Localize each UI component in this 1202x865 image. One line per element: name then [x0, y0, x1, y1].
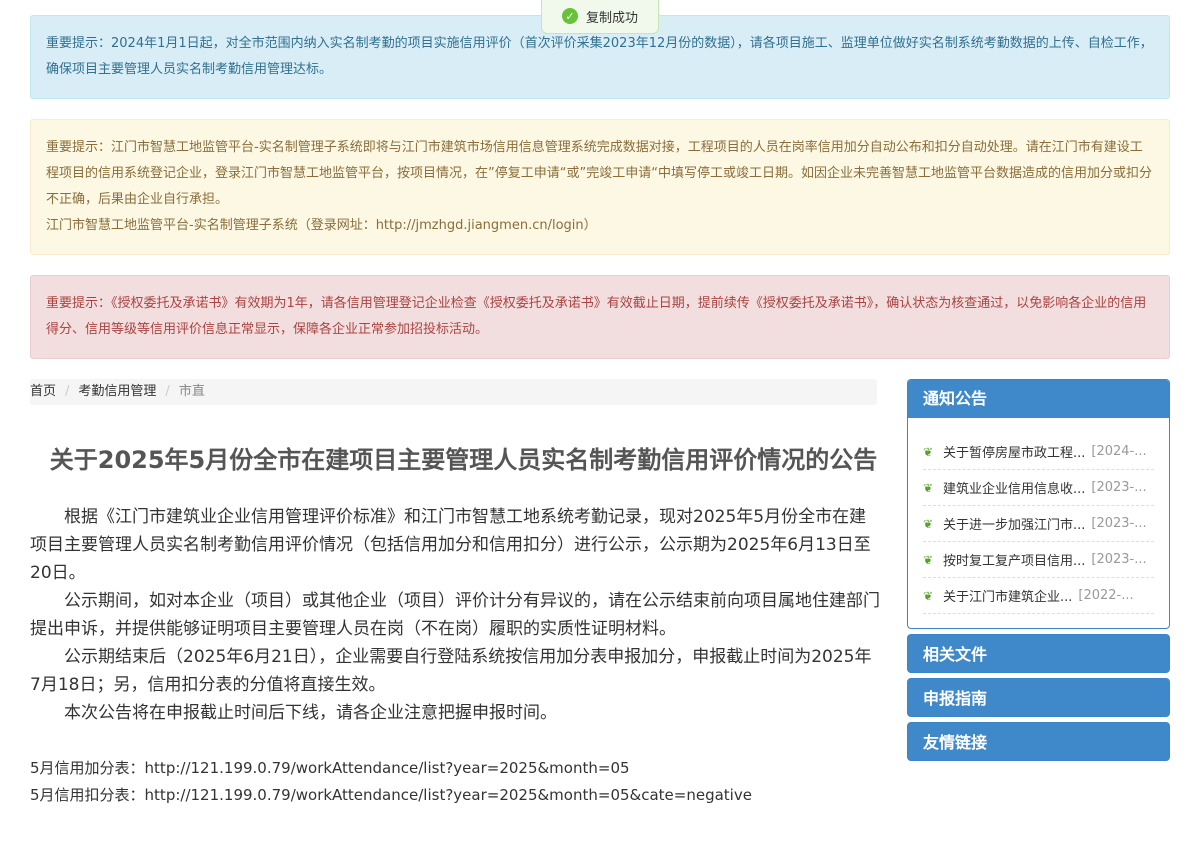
notice-title[interactable]: 关于暂停房屋市政工程...	[943, 442, 1085, 461]
breadcrumb-section[interactable]: 考勤信用管理	[78, 382, 156, 402]
sprout-icon: ❦	[923, 552, 934, 567]
notice-title[interactable]: 建筑业企业信用信息收...	[943, 478, 1085, 497]
sprout-icon: ❦	[923, 444, 934, 459]
breadcrumb-separator: /	[65, 384, 70, 399]
notice-date: [2024-...	[1091, 444, 1147, 459]
notice-list: ❦ 关于暂停房屋市政工程... [2024-... ❦ 建筑业企业信用信息收..…	[908, 418, 1169, 628]
notices-panel-title[interactable]: 通知公告	[908, 380, 1169, 418]
bonus-table-link[interactable]: 5月信用加分表：http://121.199.0.79/workAttendan…	[30, 755, 880, 782]
notice-date: [2022-...	[1078, 588, 1134, 603]
sprout-icon: ❦	[923, 516, 934, 531]
warning-alert: 重要提示：江门市智慧工地监管平台-实名制管理子系统即将与江门市建筑市场信用信息管…	[30, 119, 1170, 255]
notice-item[interactable]: ❦ 关于进一步加强江门市... [2023-...	[923, 506, 1154, 542]
breadcrumb: 首页 / 考勤信用管理 / 市直	[30, 379, 877, 405]
article-body: 根据《江门市建筑业企业信用管理评价标准》和江门市智慧工地系统考勤记录，现对202…	[30, 503, 880, 727]
related-files-button[interactable]: 相关文件	[907, 634, 1170, 673]
notice-item[interactable]: ❦ 按时复工复产项目信用... [2023-...	[923, 542, 1154, 578]
info-alert-text: 重要提示：2024年1月1日起，对全市范围内纳入实名制考勤的项目实施信用评价（首…	[46, 36, 1153, 77]
notice-item[interactable]: ❦ 建筑业企业信用信息收... [2023-...	[923, 470, 1154, 506]
breadcrumb-separator: /	[165, 384, 170, 399]
warning-alert-login-url: 江门市智慧工地监管平台-实名制管理子系统（登录网址：http://jmzhgd.…	[46, 218, 597, 233]
deduction-table-link[interactable]: 5月信用扣分表：http://121.199.0.79/workAttendan…	[30, 782, 880, 809]
sidebar: 通知公告 ❦ 关于暂停房屋市政工程... [2024-... ❦ 建筑业企业信用…	[907, 379, 1170, 761]
toast-text: 复制成功	[585, 10, 638, 26]
notice-date: [2023-...	[1091, 480, 1147, 495]
sprout-icon: ❦	[923, 588, 934, 603]
friendly-links-button[interactable]: 友情链接	[907, 722, 1170, 761]
notices-panel: 通知公告 ❦ 关于暂停房屋市政工程... [2024-... ❦ 建筑业企业信用…	[907, 379, 1170, 629]
copy-success-toast: ✓ 复制成功	[541, 0, 659, 34]
notice-date: [2023-...	[1091, 516, 1147, 531]
application-guide-button[interactable]: 申报指南	[907, 678, 1170, 717]
check-circle-icon: ✓	[561, 8, 578, 24]
notice-title[interactable]: 关于江门市建筑企业...	[943, 586, 1072, 605]
breadcrumb-home[interactable]: 首页	[30, 382, 56, 402]
sprout-icon: ❦	[923, 480, 934, 495]
notice-item[interactable]: ❦ 关于江门市建筑企业... [2022-...	[923, 578, 1154, 614]
article-paragraph: 公示期间，如对本企业（项目）或其他企业（项目）评价计分有异议的，请在公示结束前向…	[30, 591, 880, 639]
danger-alert: 重要提示：《授权委托及承诺书》有效期为1年，请各信用管理登记企业检查《授权委托及…	[30, 275, 1170, 359]
score-table-links: 5月信用加分表：http://121.199.0.79/workAttendan…	[30, 755, 880, 809]
breadcrumb-current: 市直	[178, 384, 205, 399]
warning-alert-text: 重要提示：江门市智慧工地监管平台-实名制管理子系统即将与江门市建筑市场信用信息管…	[46, 140, 1152, 207]
notice-item[interactable]: ❦ 关于暂停房屋市政工程... [2024-...	[923, 434, 1154, 470]
notice-date: [2023-...	[1091, 552, 1147, 567]
article-paragraph: 本次公告将在申报截止时间后下线，请各企业注意把握申报时间。	[64, 703, 557, 723]
article-paragraph: 公示期结束后（2025年6月21日），企业需要自行登陆系统按信用加分表申报加分，…	[30, 647, 872, 695]
danger-alert-text: 重要提示：《授权委托及承诺书》有效期为1年，请各信用管理登记企业检查《授权委托及…	[46, 296, 1147, 337]
article-title: 关于2025年5月份全市在建项目主要管理人员实名制考勤信用评价情况的公告	[49, 446, 878, 474]
notice-title[interactable]: 按时复工复产项目信用...	[943, 550, 1085, 569]
notice-title[interactable]: 关于进一步加强江门市...	[943, 514, 1085, 533]
article-paragraph: 根据《江门市建筑业企业信用管理评价标准》和江门市智慧工地系统考勤记录，现对202…	[30, 507, 871, 583]
